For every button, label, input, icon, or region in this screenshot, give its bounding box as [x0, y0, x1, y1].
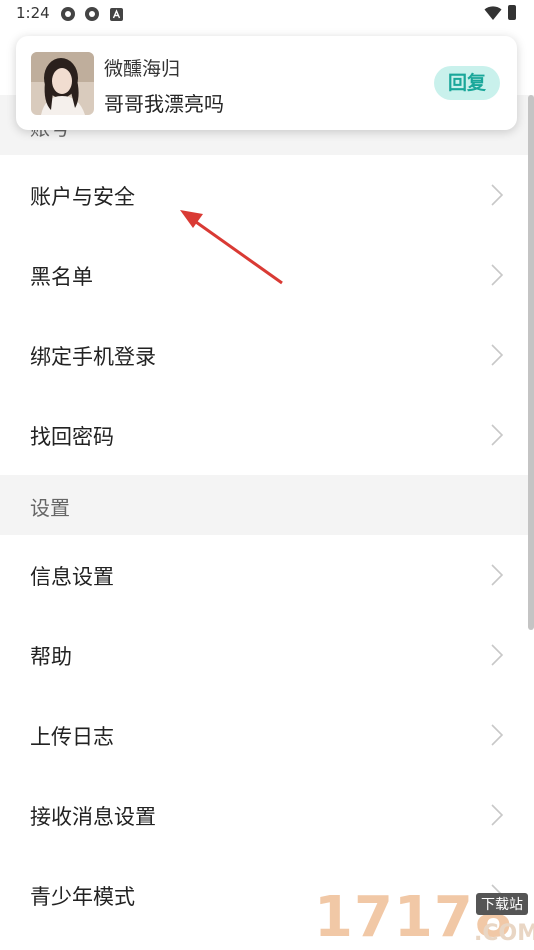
chevron-right-icon [491, 564, 504, 586]
settings-item-label: 青少年模式 [30, 885, 135, 909]
settings-item-label: 帮助 [30, 645, 72, 669]
settings-item-receive-message[interactable]: 接收消息设置 [0, 775, 534, 855]
settings-item-label: 账户与安全 [30, 185, 135, 209]
sender-name: 微醺海归 [104, 58, 181, 80]
message-preview: 哥哥我漂亮吗 [104, 92, 224, 116]
section-title: 设置 [30, 496, 70, 520]
settings-item-help[interactable]: 帮助 [0, 615, 534, 695]
settings-item-account-security[interactable]: 账户与安全 [0, 155, 534, 235]
settings-item-bind-phone[interactable]: 绑定手机登录 [0, 315, 534, 395]
settings-item-label: 上传日志 [30, 725, 114, 749]
chevron-right-icon [491, 644, 504, 666]
watermark-tag: 下载站 [476, 893, 528, 915]
watermark-logo: 17178 下载站 .COM [308, 885, 534, 950]
settings-item-label: 找回密码 [30, 425, 114, 449]
status-bar: 1:24 [0, 0, 534, 28]
app-icon [61, 7, 75, 21]
settings-item-recover-password[interactable]: 找回密码 [0, 395, 534, 475]
chevron-right-icon [491, 424, 504, 446]
battery-icon [508, 5, 516, 20]
settings-item-label: 接收消息设置 [30, 805, 156, 829]
settings-item-message-settings[interactable]: 信息设置 [0, 535, 534, 615]
status-time: 1:24 [16, 4, 50, 22]
settings-item-upload-log[interactable]: 上传日志 [0, 695, 534, 775]
chevron-right-icon [491, 724, 504, 746]
section-header-settings: 设置 [0, 475, 534, 535]
wifi-icon [484, 6, 502, 20]
settings-item-label: 绑定手机登录 [30, 345, 156, 369]
message-notification[interactable]: 微醺海归 哥哥我漂亮吗 回复 [16, 36, 517, 130]
avatar [31, 52, 94, 115]
scrollbar[interactable] [528, 95, 534, 630]
a-square-icon [110, 8, 123, 21]
chevron-right-icon [491, 344, 504, 366]
app-icon [85, 7, 99, 21]
settings-item-label: 黑名单 [30, 265, 93, 289]
reply-button[interactable]: 回复 [434, 66, 500, 100]
settings-item-blacklist[interactable]: 黑名单 [0, 235, 534, 315]
chevron-right-icon [491, 184, 504, 206]
chevron-right-icon [491, 804, 504, 826]
chevron-right-icon [491, 264, 504, 286]
watermark-suffix: .COM [474, 921, 534, 946]
settings-item-label: 信息设置 [30, 565, 114, 589]
